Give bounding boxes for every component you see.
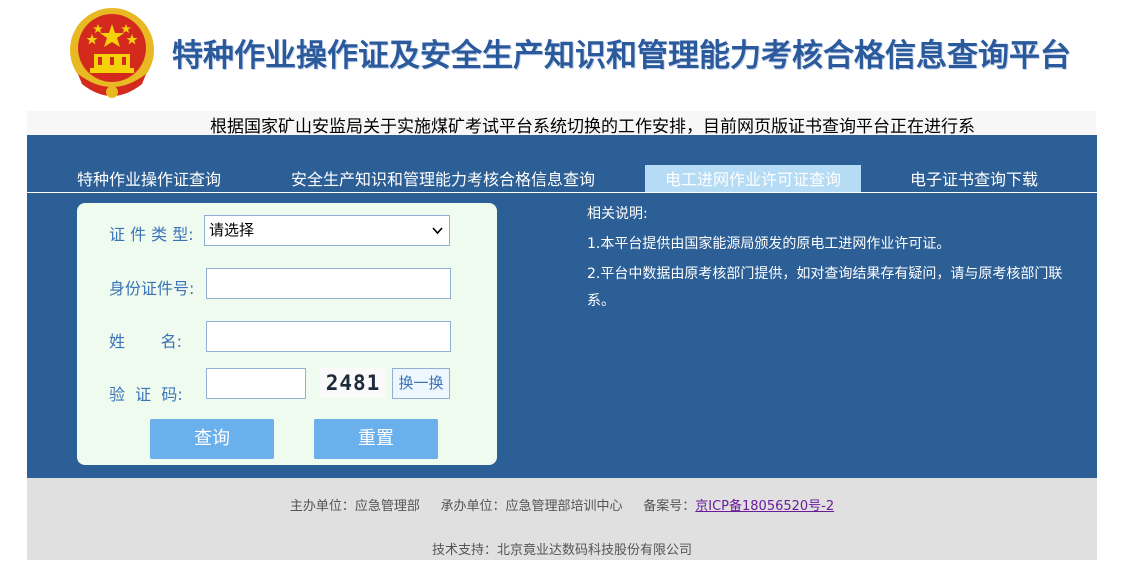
tab-electrician-permit[interactable]: 电工进网作业许可证查询 (645, 165, 861, 192)
main-panel: 特种作业操作证查询 安全生产知识和管理能力考核合格信息查询 电工进网作业许可证查… (27, 135, 1097, 478)
footer-info: 主办单位：应急管理部 承办单位：应急管理部培训中心 备案号：京ICP备18056… (27, 495, 1097, 514)
id-number-label: 身份证件号: (109, 279, 195, 298)
cert-type-selected-value: 请选择 (209, 221, 255, 239)
footer-sponsor: 主办单位：应急管理部 (289, 499, 420, 514)
captcha-input[interactable] (206, 368, 306, 399)
name-label: 姓 名: (109, 332, 182, 351)
notes-item-2: 2.平台中数据由原考核部门提供，如对查询结果存有疑问，请与原考核部门联系。 (587, 266, 1063, 309)
icp-link[interactable]: 京ICP备18056520号-2 (695, 499, 834, 514)
tab-bar: 特种作业操作证查询 安全生产知识和管理能力考核合格信息查询 电工进网作业许可证查… (27, 165, 1097, 193)
query-form: 证 件 类 型: 请选择 身份证件号: 姓 名: 验 证 码: 2481 换一换… (77, 203, 497, 465)
refresh-captcha-button[interactable]: 换一换 (392, 368, 450, 399)
cert-type-select[interactable]: 请选择 (204, 215, 450, 246)
name-input[interactable] (206, 321, 451, 352)
notice-text: 根据国家矿山安监局关于实施煤矿考试平台系统切换的工作安排，目前网页版证书查询平台… (210, 117, 975, 135)
site-header: 特种作业操作证及安全生产知识和管理能力考核合格信息查询平台 (0, 0, 1121, 110)
tab-safety-knowledge-assessment[interactable]: 安全生产知识和管理能力考核合格信息查询 (291, 165, 595, 192)
footer-organizer: 承办单位：应急管理部培训中心 (440, 499, 623, 514)
chevron-down-icon (432, 216, 443, 256)
cert-type-label: 证 件 类 型: (109, 225, 194, 244)
footer-tech-support: 技术支持：北京竟业达数码科技股份有限公司 (431, 543, 692, 558)
notes-heading: 相关说明: (587, 206, 648, 222)
national-emblem-icon (64, 4, 160, 104)
reset-button[interactable]: 重置 (314, 419, 438, 459)
tab-e-cert-download[interactable]: 电子证书查询下载 (910, 165, 1038, 192)
captcha-image[interactable]: 2481 (320, 368, 386, 398)
notes-item-1: 1.本平台提供由国家能源局颁发的原电工进网作业许可证。 (587, 236, 951, 252)
footer-icp-label: 备案号： (643, 499, 696, 514)
notice-bar: 根据国家矿山安监局关于实施煤矿考试平台系统切换的工作安排，目前网页版证书查询平台… (27, 111, 1096, 135)
id-number-input[interactable] (206, 268, 451, 299)
site-title: 特种作业操作证及安全生产知识和管理能力考核合格信息查询平台 (172, 38, 1071, 74)
captcha-label: 验 证 码: (109, 385, 183, 404)
tab-special-operation-cert[interactable]: 特种作业操作证查询 (77, 165, 221, 192)
query-button[interactable]: 查询 (150, 419, 274, 459)
site-footer: 主办单位：应急管理部 承办单位：应急管理部培训中心 备案号：京ICP备18056… (27, 478, 1097, 560)
notes-panel: 相关说明: 1.本平台提供由国家能源局颁发的原电工进网作业许可证。 2.平台中数… (587, 201, 1067, 315)
